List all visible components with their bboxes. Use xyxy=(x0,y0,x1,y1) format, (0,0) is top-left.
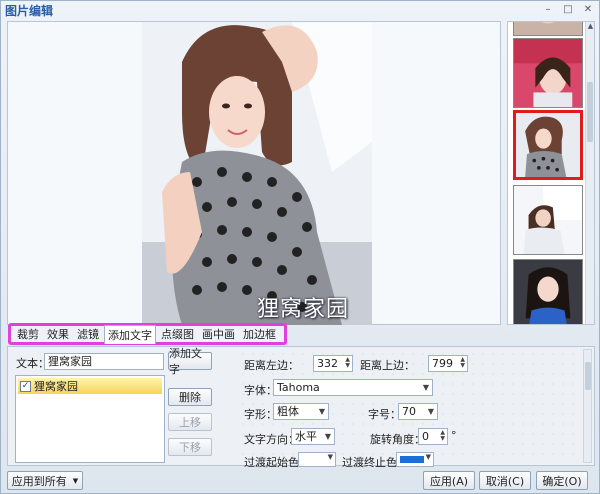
font-size-value: 70 xyxy=(402,405,416,418)
apply-button[interactable]: 应用(A) xyxy=(423,471,475,490)
text-direction-select[interactable]: 水平 ▼ xyxy=(291,428,335,445)
font-size-select[interactable]: 70 ▼ xyxy=(398,403,438,420)
scrollbar-thumb[interactable] xyxy=(585,362,591,390)
portrait-illustration xyxy=(142,22,372,325)
rotation-value: 0 xyxy=(422,430,429,443)
gradient-end-swatch xyxy=(400,456,424,463)
thumbnail-image[interactable] xyxy=(513,185,583,255)
font-select[interactable]: Tahoma ▼ xyxy=(273,379,433,396)
rotation-label: 旋转角度： xyxy=(370,433,425,446)
tab-filters[interactable]: 滤镜 xyxy=(74,325,102,343)
thumbnail-image[interactable] xyxy=(513,38,583,108)
left-distance-spinner[interactable]: 332 ▲ ▼ xyxy=(313,355,353,372)
font-style-select[interactable]: 粗体 ▼ xyxy=(273,403,329,420)
gradient-start-swatch xyxy=(302,456,326,463)
scroll-up-icon[interactable]: ▲ xyxy=(586,22,594,31)
chevron-down-icon: ▼ xyxy=(324,432,331,441)
image-editor-window: 图片编辑 – □ ✕ 狸窝家园 ▲ 裁剪 效果 滤镜 添加文字 点缀图 画中画 … xyxy=(0,0,600,494)
left-distance-value: 332 xyxy=(317,357,338,370)
font-size-label: 字号： xyxy=(368,408,401,421)
top-distance-label: 距离上边： xyxy=(360,359,415,372)
chevron-down-icon: ▼ xyxy=(427,407,434,416)
text-direction-value: 水平 xyxy=(295,430,317,443)
left-distance-label: 距离左边： xyxy=(244,359,299,372)
cancel-button[interactable]: 取消(C) xyxy=(479,471,531,490)
chevron-down-icon: ▼ xyxy=(425,453,431,461)
chevron-down-icon: ▼ xyxy=(422,383,429,392)
rotation-unit: ° xyxy=(451,429,457,442)
scrollbar-thumb[interactable] xyxy=(587,82,593,142)
spinner-arrows-icon[interactable]: ▲ ▼ xyxy=(345,357,350,369)
gradient-end-color-picker[interactable]: ▼ xyxy=(396,452,434,467)
edit-tabs: 裁剪 效果 滤镜 添加文字 点缀图 画中画 加边框 xyxy=(8,323,287,345)
tab-crop[interactable]: 裁剪 xyxy=(14,325,42,343)
window-controls: – □ ✕ xyxy=(541,3,595,15)
tab-add-text[interactable]: 添加文字 xyxy=(104,324,156,344)
chevron-down-icon: ▼ xyxy=(72,476,79,485)
spinner-arrows-icon[interactable]: ▲ ▼ xyxy=(460,357,465,369)
top-distance-spinner[interactable]: 799 ▲ ▼ xyxy=(428,355,468,372)
add-text-panel: 文本： 狸窝家园 添加文字 ✓ 狸窝家园 删除 上移 下移 距离左边： 332 … xyxy=(7,346,595,469)
thumbnail-strip: ▲ xyxy=(507,21,595,325)
spinner-arrows-icon[interactable]: ▲ ▼ xyxy=(440,430,445,442)
list-item-label: 狸窝家园 xyxy=(34,380,78,393)
text-list[interactable]: ✓ 狸窝家园 xyxy=(15,375,165,463)
thumbnail-image[interactable] xyxy=(513,259,583,324)
window-title: 图片编辑 xyxy=(5,3,54,18)
minimize-icon[interactable]: – xyxy=(541,3,555,15)
delete-button[interactable]: 删除 xyxy=(168,388,212,406)
list-item[interactable]: ✓ 狸窝家园 xyxy=(18,378,162,394)
chevron-down-icon: ▼ xyxy=(318,407,325,416)
title-bar: 图片编辑 – □ ✕ xyxy=(1,1,599,19)
preview-photo: 狸窝家园 xyxy=(142,22,372,325)
maximize-icon[interactable]: □ xyxy=(561,3,575,15)
add-text-button[interactable]: 添加文字 xyxy=(168,347,212,376)
tab-decorations[interactable]: 点缀图 xyxy=(158,325,197,343)
tab-add-border[interactable]: 加边框 xyxy=(240,325,279,343)
ok-button[interactable]: 确定(O) xyxy=(536,471,588,490)
move-down-button[interactable]: 下移 xyxy=(168,438,212,456)
checkbox-checked-icon[interactable]: ✓ xyxy=(20,380,31,392)
image-preview-area: 狸窝家园 xyxy=(7,21,501,325)
rotation-spinner[interactable]: 0 ▲ ▼ xyxy=(418,428,448,445)
move-up-button[interactable]: 上移 xyxy=(168,413,212,431)
chevron-down-icon: ▼ xyxy=(327,453,333,461)
apply-to-all-label: 应用到所有 xyxy=(11,474,67,488)
thumbnail-image-selected[interactable] xyxy=(513,110,583,180)
tab-picture-in-picture[interactable]: 画中画 xyxy=(199,325,238,343)
text-watermark[interactable]: 狸窝家园 xyxy=(257,291,349,323)
text-input[interactable]: 狸窝家园 xyxy=(44,353,164,370)
panel-scrollbar[interactable] xyxy=(583,349,592,463)
gradient-start-color-picker[interactable]: ▼ xyxy=(298,452,336,467)
close-icon[interactable]: ✕ xyxy=(581,3,595,15)
top-distance-value: 799 xyxy=(432,357,453,370)
thumbnail-scrollbar[interactable]: ▲ xyxy=(585,22,594,324)
thumbnail-image[interactable] xyxy=(513,22,583,36)
tab-effects[interactable]: 效果 xyxy=(44,325,72,343)
font-value: Tahoma xyxy=(277,381,320,394)
dialog-footer: 应用到所有 ▼ 应用(A) 取消(C) 确定(O) xyxy=(1,468,599,494)
apply-to-all-button[interactable]: 应用到所有 ▼ xyxy=(7,471,83,490)
font-style-value: 粗体 xyxy=(277,405,299,418)
